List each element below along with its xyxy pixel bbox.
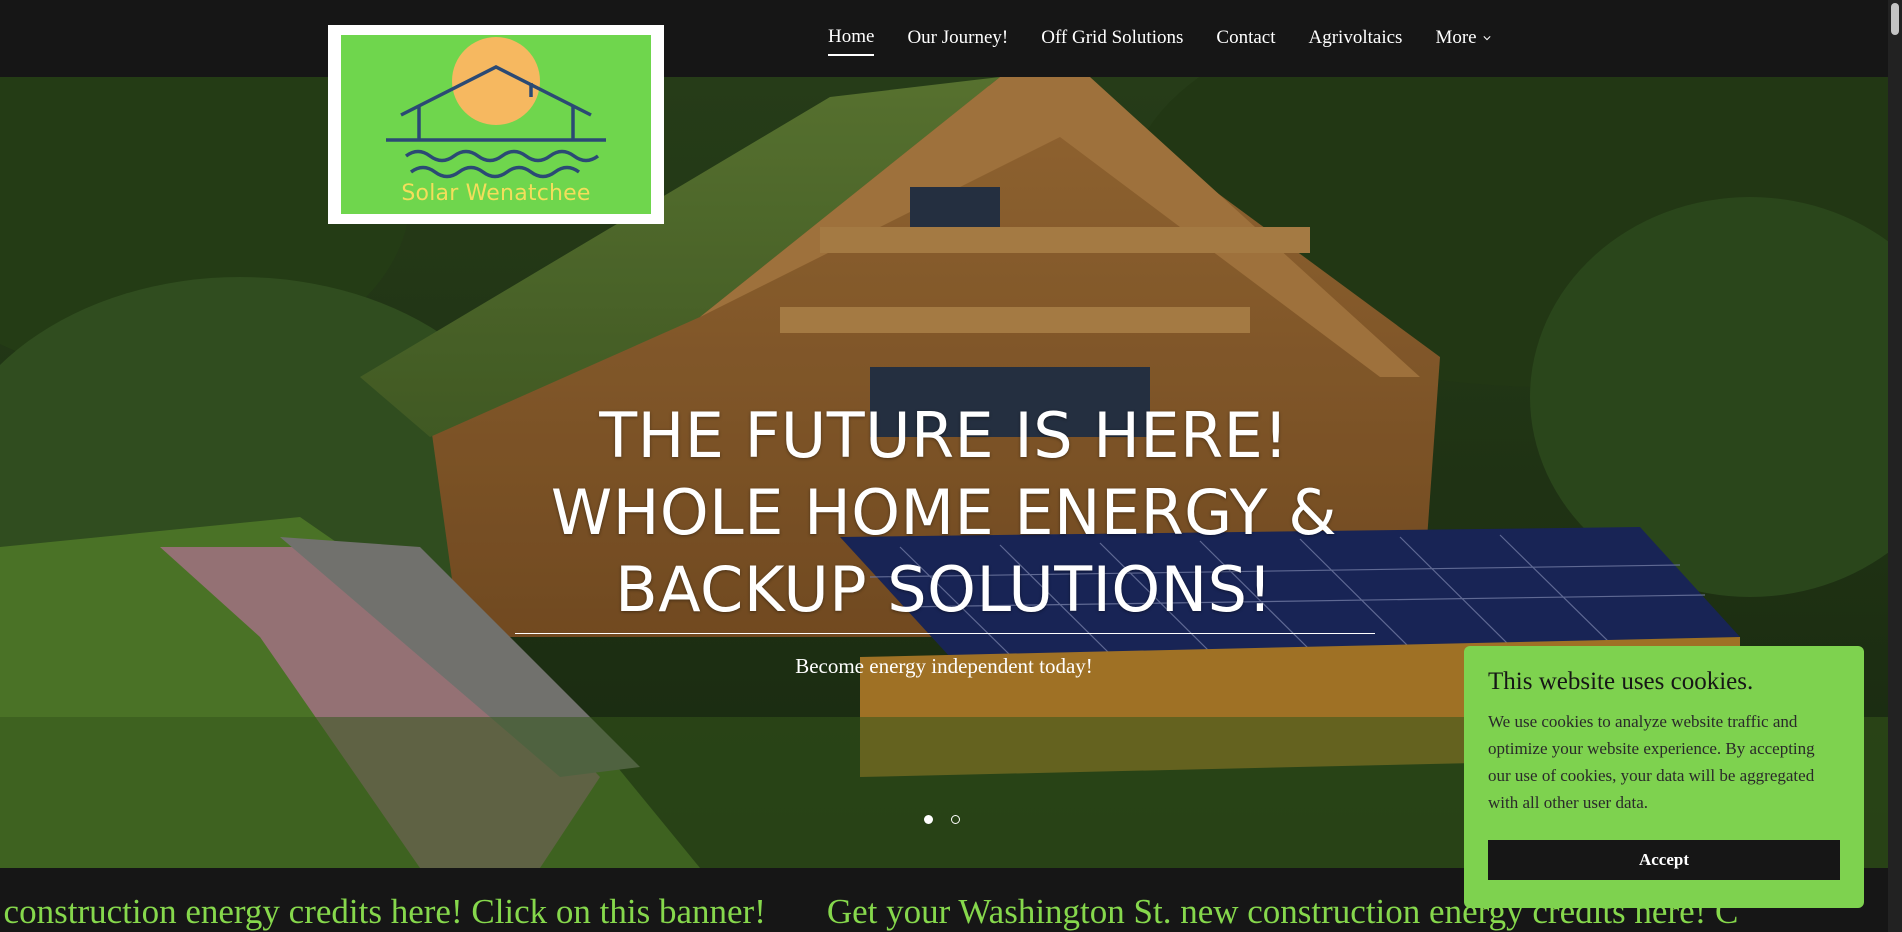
hero-divider	[515, 633, 1375, 634]
hero-headline-line-2: WHOLE HOME ENERGY &	[550, 476, 1338, 549]
nav-more-label: More	[1435, 27, 1477, 48]
nav-contact[interactable]: Contact	[1216, 26, 1275, 56]
hero-headline: THE FUTURE IS HERE! WHOLE HOME ENERGY & …	[0, 397, 1888, 628]
hero-headline-line-3: BACKUP SOLUTIONS!	[615, 553, 1273, 626]
slide-indicators	[924, 815, 960, 824]
logo-badge: Solar Wenatchee	[341, 35, 651, 214]
page-scrollbar[interactable]	[1888, 0, 1902, 932]
main-nav: Home Our Journey! Off Grid Solutions Con…	[828, 26, 1524, 56]
slide-dot-1[interactable]	[924, 815, 933, 824]
logo-text: Solar Wenatchee	[401, 181, 591, 206]
chevron-down-icon	[1483, 36, 1491, 41]
cookie-consent-dialog: This website uses cookies. We use cookie…	[1464, 646, 1864, 908]
site-header: Home Our Journey! Off Grid Solutions Con…	[0, 0, 1888, 77]
hero-headline-line-1: THE FUTURE IS HERE!	[599, 399, 1289, 472]
cookie-message: We use cookies to analyze website traffi…	[1488, 712, 1815, 812]
cookie-title: This website uses cookies.	[1488, 668, 1754, 695]
nav-our-journey[interactable]: Our Journey!	[907, 26, 1008, 56]
nav-more[interactable]: More	[1435, 26, 1491, 56]
site-logo[interactable]: Solar Wenatchee	[328, 25, 664, 224]
slide-dot-2[interactable]	[951, 815, 960, 824]
nav-off-grid-solutions[interactable]: Off Grid Solutions	[1041, 26, 1183, 56]
accept-cookies-button[interactable]: Accept	[1488, 840, 1840, 880]
scrollbar-thumb[interactable]	[1891, 3, 1899, 35]
nav-home[interactable]: Home	[828, 26, 875, 56]
announcement-text[interactable]: ew construction energy credits here! Cli…	[0, 892, 766, 931]
nav-agrivoltaics[interactable]: Agrivoltaics	[1309, 26, 1403, 56]
